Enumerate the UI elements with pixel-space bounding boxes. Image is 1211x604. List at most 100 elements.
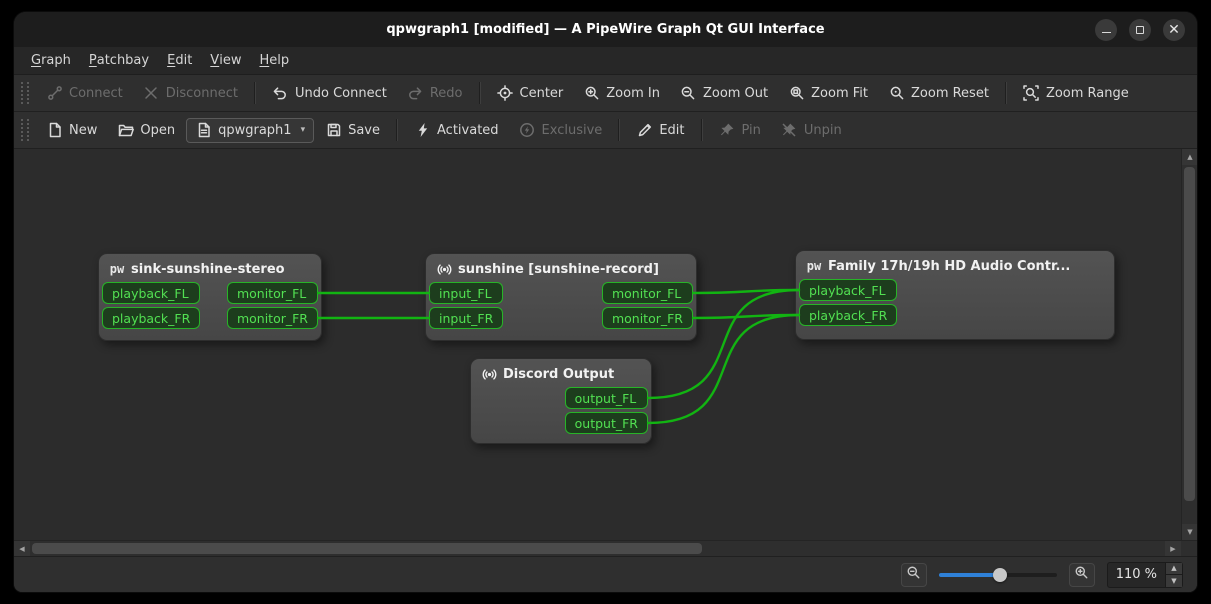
status-zoom-out-button[interactable] xyxy=(901,563,927,587)
bolt-icon xyxy=(414,122,431,139)
menu-item-patchbay[interactable]: Patchbay xyxy=(80,47,158,74)
zoom-fit-button[interactable]: Zoom Fit xyxy=(779,80,877,107)
port-input_FR[interactable]: input_FR xyxy=(429,307,503,329)
status-bar: 110 % ▲ ▼ xyxy=(14,556,1197,592)
output-ports: output_FL output_FR xyxy=(565,387,648,434)
zoom-out-button[interactable]: Zoom Out xyxy=(671,80,777,107)
horizontal-scroll-thumb[interactable] xyxy=(32,543,702,554)
zoom-increase-button[interactable]: ▲ xyxy=(1166,563,1182,576)
node-title: Family 17h/19h HD Audio Contr... xyxy=(828,259,1070,274)
pin-button[interactable]: Pin xyxy=(710,117,770,144)
maximize-icon xyxy=(1136,26,1144,34)
scroll-down-button[interactable]: ▼ xyxy=(1182,524,1197,540)
zoom-range-label: Zoom Range xyxy=(1046,86,1129,101)
node-header: Discord Output xyxy=(471,359,651,387)
horizontal-scrollbar[interactable]: ◀ ▶ xyxy=(14,541,1181,556)
zoom-spinbox[interactable]: 110 % ▲ ▼ xyxy=(1107,562,1183,588)
zoom-reset-label: Zoom Reset xyxy=(911,86,989,101)
vertical-scroll-thumb[interactable] xyxy=(1184,167,1195,501)
connections-layer xyxy=(14,149,1181,540)
node-family[interactable]: pwFamily 17h/19h HD Audio Contr...playba… xyxy=(795,250,1115,340)
zoom-range-icon xyxy=(1023,85,1040,102)
activated-button[interactable]: Activated xyxy=(405,117,508,144)
toolbar-handle[interactable] xyxy=(21,82,29,104)
node-discord[interactable]: Discord Outputoutput_FL output_FR xyxy=(470,358,652,444)
zoom-in-label: Zoom In xyxy=(606,86,660,101)
connection-wire[interactable] xyxy=(693,290,799,293)
port-monitor_FR[interactable]: monitor_FR xyxy=(602,307,693,329)
minimize-button[interactable] xyxy=(1095,19,1117,41)
open-button[interactable]: Open xyxy=(108,117,184,144)
zoom-out-icon xyxy=(680,85,697,102)
connect-button[interactable]: Connect xyxy=(37,80,132,107)
unpin-button[interactable]: Unpin xyxy=(772,117,851,144)
exclusive-button[interactable]: Exclusive xyxy=(510,117,612,144)
zoom-slider[interactable] xyxy=(939,565,1057,585)
zoom-in-button[interactable]: Zoom In xyxy=(574,80,669,107)
vertical-scrollbar[interactable]: ▲ ▼ xyxy=(1181,149,1197,540)
connection-wire[interactable] xyxy=(693,315,799,318)
node-sunshine[interactable]: sunshine [sunshine-record]input_FL input_… xyxy=(425,253,697,341)
undo-connect-button[interactable]: Undo Connect xyxy=(263,80,396,107)
node-header: sunshine [sunshine-record] xyxy=(426,254,696,282)
edit-button[interactable]: Edit xyxy=(627,117,693,144)
activated-label: Activated xyxy=(437,123,499,138)
session-label: qpwgraph1 xyxy=(218,123,291,138)
zoom-slider-handle[interactable] xyxy=(993,568,1007,582)
zoom-in-icon xyxy=(1074,565,1089,584)
zoom-slider-fill xyxy=(939,573,1000,577)
open-label: Open xyxy=(140,123,175,138)
dropdown-caret-icon: ▾ xyxy=(301,125,306,135)
port-output_FR[interactable]: output_FR xyxy=(565,412,648,434)
menu-item-graph[interactable]: Graph xyxy=(22,47,80,74)
vertical-scroll-track[interactable] xyxy=(1182,165,1197,524)
status-zoom-in-button[interactable] xyxy=(1069,563,1095,587)
scroll-right-button[interactable]: ▶ xyxy=(1165,541,1181,557)
redo-button[interactable]: Redo xyxy=(398,80,472,107)
toolbar-separator xyxy=(618,119,620,141)
scroll-left-button[interactable]: ◀ xyxy=(14,541,30,557)
port-monitor_FR[interactable]: monitor_FR xyxy=(227,307,318,329)
zoom-range-button[interactable]: Zoom Range xyxy=(1014,80,1138,107)
window-title: qpwgraph1 [modified] — A PipeWire Graph … xyxy=(14,22,1197,37)
node-sink[interactable]: pwsink-sunshine-stereoplayback_FLplaybac… xyxy=(98,253,322,341)
toolbar-handle[interactable] xyxy=(21,119,29,141)
menu-item-view[interactable]: View xyxy=(201,47,250,74)
menu-item-edit[interactable]: Edit xyxy=(158,47,201,74)
redo-icon xyxy=(407,85,424,102)
port-playback_FR[interactable]: playback_FR xyxy=(799,304,897,326)
disconnect-button[interactable]: Disconnect xyxy=(134,80,247,107)
port-playback_FL[interactable]: playback_FL xyxy=(102,282,200,304)
zoom-reset-icon xyxy=(888,85,905,102)
graph-canvas[interactable]: pwsink-sunshine-stereoplayback_FLplaybac… xyxy=(14,149,1181,540)
port-monitor_FL[interactable]: monitor_FL xyxy=(227,282,318,304)
port-monitor_FL[interactable]: monitor_FL xyxy=(602,282,693,304)
media-icon xyxy=(436,261,452,277)
maximize-button[interactable] xyxy=(1129,19,1151,41)
output-ports: monitor_FL monitor_FR xyxy=(227,282,318,329)
zoom-out-icon xyxy=(906,565,921,584)
close-button[interactable]: ✕ xyxy=(1163,19,1185,41)
pin-icon xyxy=(719,122,736,139)
center-button[interactable]: Center xyxy=(488,80,573,107)
title-bar[interactable]: qpwgraph1 [modified] — A PipeWire Graph … xyxy=(14,12,1197,47)
new-icon xyxy=(46,122,63,139)
zoom-reset-button[interactable]: Zoom Reset xyxy=(879,80,998,107)
unpin-label: Unpin xyxy=(804,123,842,138)
zoom-decrease-button[interactable]: ▼ xyxy=(1166,575,1182,587)
zoom-spin-arrows: ▲ ▼ xyxy=(1165,563,1182,587)
center-label: Center xyxy=(520,86,564,101)
close-icon: ✕ xyxy=(1168,23,1180,37)
port-input_FL[interactable]: input_FL xyxy=(429,282,503,304)
port-playback_FR[interactable]: playback_FR xyxy=(102,307,200,329)
new-button[interactable]: New xyxy=(37,117,106,144)
session-button[interactable]: qpwgraph1 ▾ xyxy=(186,118,314,143)
horizontal-scroll-track[interactable] xyxy=(30,541,1165,556)
node-header: pwFamily 17h/19h HD Audio Contr... xyxy=(796,251,1114,279)
menu-item-help[interactable]: Help xyxy=(250,47,298,74)
port-playback_FL[interactable]: playback_FL xyxy=(799,279,897,301)
port-output_FL[interactable]: output_FL xyxy=(565,387,648,409)
save-button[interactable]: Save xyxy=(316,117,389,144)
pin-label: Pin xyxy=(742,123,761,138)
scroll-up-button[interactable]: ▲ xyxy=(1182,149,1197,165)
